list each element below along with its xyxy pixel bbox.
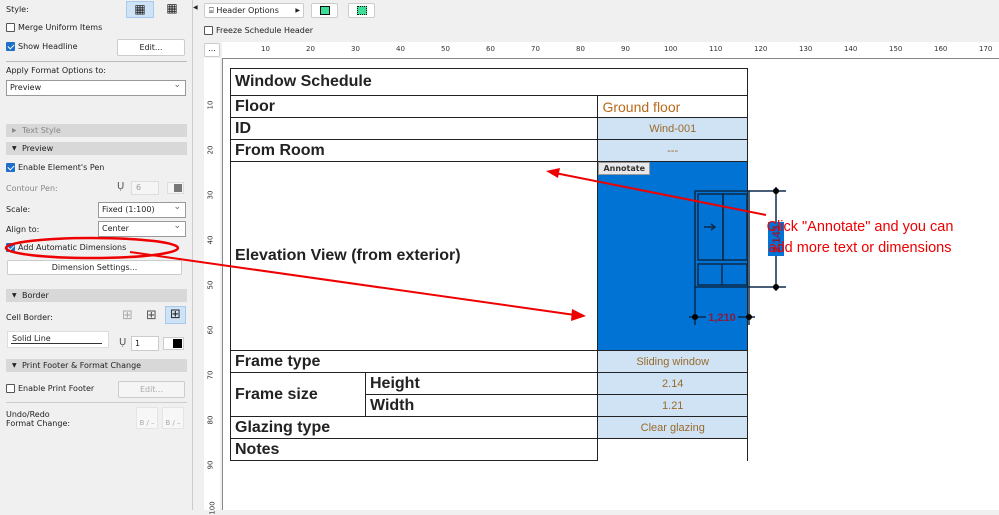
height-label: Height [364,372,599,395]
ruler-tick-label: 90 [621,45,630,53]
headline-edit-button[interactable]: Edit... [117,39,185,56]
ruler-tick-label: 30 [351,45,360,53]
select-cell-all-button[interactable] [348,3,375,18]
ruler-tick-label: 110 [709,45,723,53]
ruler-tick-label: 170 [979,45,993,53]
ruler-tick-label: 100 [664,45,678,53]
border-inner-icon[interactable]: ⊞ [146,308,157,323]
width-value[interactable]: 1.21 [597,394,748,417]
ruler-tick-label: 100 [208,501,217,515]
from-room-value[interactable]: --- [597,139,748,162]
pen-icon: Ụ [119,337,127,348]
freeze-header-checkbox[interactable]: Freeze Schedule Header [204,26,313,35]
ruler-tick-label: 40 [396,45,405,53]
format-options-panel: Style: ▦ ▦ Merge Uniform Items Show Head… [0,0,193,510]
width-dimension: 1,210 [709,312,737,324]
header-options-button[interactable]: ⌸ Header Options ▶ [204,3,304,18]
ruler-tick-label: 10 [261,45,270,53]
ruler-tick-label: 120 [754,45,768,53]
align-label: Align to: [6,225,40,234]
undo-redo-label: Undo/Redo [6,410,50,419]
id-value[interactable]: Wind-001 [597,117,748,140]
ruler-tick-label: 60 [486,45,495,53]
style-grid-alt-icon[interactable]: ▦ [158,1,186,18]
border-all-icon[interactable]: ⊞ [165,306,186,324]
merge-uniform-checkbox[interactable]: Merge Uniform Items [6,23,102,32]
contour-pen-input[interactable]: 6 [131,181,159,195]
ruler-tick-label: 50 [441,45,450,53]
schedule-title: Window Schedule [230,68,748,96]
ruler-tick-label: 70 [531,45,540,53]
vertical-ruler: 10 20 30 40 50 60 70 80 90 100 [204,58,220,515]
height-value[interactable]: 2.14 [597,372,748,395]
border-pen-color[interactable] [163,337,184,350]
line-type-select[interactable]: Solid Line [7,331,109,348]
window-schedule-table: Window Schedule Floor Ground floor ID Wind… [229,68,787,461]
border-pen-input[interactable]: 1 [131,336,159,351]
frame-type-label: Frame type [229,350,599,373]
width-label: Width [364,394,599,417]
ruler-tick-label: 60 [206,325,215,335]
format-change-label: Format Change: [6,419,71,428]
ruler-tick-label: 80 [576,45,585,53]
ruler-tick-label: 40 [206,235,215,245]
floor-value[interactable]: Ground floor [597,95,748,118]
horizontal-ruler: 10 20 30 40 50 60 70 80 90 100 110 120 130 140 150 160 1… [222,42,999,58]
ruler-tick-label: 160 [934,45,948,53]
elevation-preview[interactable]: Annotate 1,210 2,143 [597,161,787,351]
ruler-tick-label: 50 [206,280,215,290]
glazing-value[interactable]: Clear glazing [597,416,748,439]
more-button[interactable]: ... [204,43,220,57]
show-headline-label: Show Headline [18,42,78,51]
collapse-panel-icon[interactable]: ◀ [193,4,198,11]
scale-select[interactable]: Fixed (1:100) [98,200,186,218]
text-style-section[interactable]: ▶ Text Style [6,124,187,137]
ruler-tick-label: 30 [206,190,215,200]
pen-icon: Ụ [117,181,125,192]
enable-print-footer-checkbox[interactable]: Enable Print Footer [6,384,94,393]
ruler-tick-label: 150 [889,45,903,53]
elevation-label: Elevation View (from exterior) [229,161,599,351]
align-select[interactable]: Center [98,219,186,237]
ruler-tick-label: 10 [206,100,215,110]
from-room-label: From Room [229,139,599,162]
border-section[interactable]: ▼ Border [6,289,187,302]
ruler-tick-label: 20 [206,145,215,155]
frame-type-value[interactable]: Sliding window [597,350,748,373]
glazing-label: Glazing type [229,416,599,439]
auto-dimensions-checkbox[interactable]: Add Automatic Dimensions [6,243,126,252]
annotation-note: Click "Annotate" and you can add more te… [766,219,954,256]
enable-pen-checkbox[interactable]: Enable Element's Pen [6,163,104,172]
apply-format-select[interactable]: Preview [6,78,186,96]
apply-format-label: Apply Format Options to: [6,66,106,75]
undo-format-button[interactable]: B / – [136,407,158,429]
notes-label: Notes [229,438,599,461]
ruler-tick-label: 140 [844,45,858,53]
ruler-tick-label: 70 [206,370,215,380]
footer-edit-button[interactable]: Edit... [118,381,185,398]
dimension-settings-button[interactable]: Dimension Settings... [7,260,182,275]
contour-pen-label: Contour Pen: [6,184,58,193]
preview-section[interactable]: ▼ Preview [6,142,187,155]
ruler-tick-label: 20 [306,45,315,53]
ruler-tick-label: 90 [206,460,215,470]
merge-uniform-label: Merge Uniform Items [18,23,103,32]
notes-value[interactable] [597,438,748,461]
print-footer-section[interactable]: ▼ Print Footer & Format Change [6,359,187,372]
id-label: ID [229,117,599,140]
floor-label: Floor [229,95,599,118]
style-grid-icon[interactable]: ▦ [126,1,154,18]
frame-size-label: Frame size [230,372,366,417]
contour-pen-color[interactable] [167,182,184,194]
border-none-icon[interactable]: ⊞ [122,308,133,323]
show-headline-checkbox[interactable]: Show Headline [6,42,77,51]
cell-border-label: Cell Border: [6,313,53,322]
ruler-tick-label: 130 [799,45,813,53]
style-label: Style: [6,5,29,14]
redo-format-button[interactable]: B / – [162,407,184,429]
select-cell-button[interactable] [311,3,338,18]
scale-label: Scale: [6,205,31,214]
ruler-tick-label: 80 [206,415,215,425]
